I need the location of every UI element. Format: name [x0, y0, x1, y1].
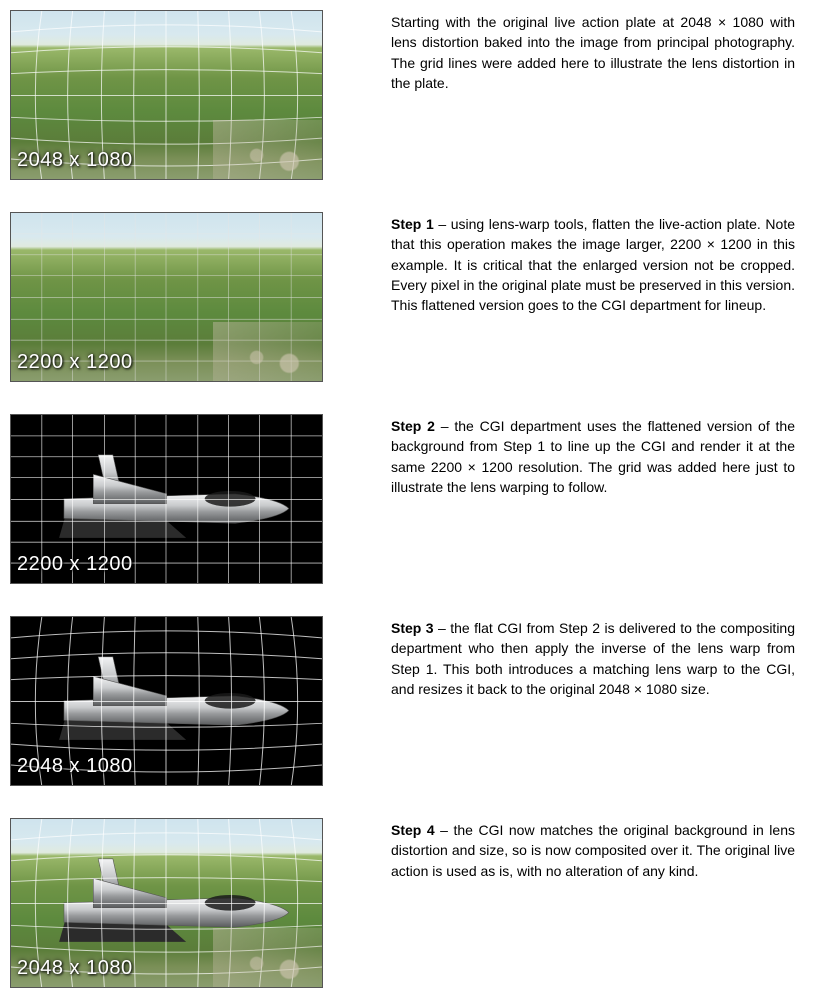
step-row: 2200 x 1200 Step 1 – using lens-warp too…	[10, 212, 795, 382]
jet-icon	[36, 445, 297, 553]
resolution-label: 2200 x 1200	[17, 550, 133, 579]
step-row: 2048 x 1080 Step 4 – the CGI now matches…	[10, 818, 795, 988]
step-row: 2200 x 1200 Step 2 – the CGI department …	[10, 414, 795, 584]
jet-icon	[36, 849, 297, 957]
step-label: Step 4	[391, 822, 435, 838]
resolution-label: 2048 x 1080	[17, 954, 133, 983]
step-text: – the flat CGI from Step 2 is delivered …	[391, 620, 795, 697]
step-label: Step 3	[391, 620, 434, 636]
step-row: 2048 x 1080 Starting with the original l…	[10, 10, 795, 180]
step-description: Step 4 – the CGI now matches the origina…	[391, 818, 795, 881]
step-text: Starting with the original live action p…	[391, 14, 795, 91]
step-description: Step 1 – using lens-warp tools, flatten …	[391, 212, 795, 315]
step-description: Starting with the original live action p…	[391, 10, 795, 93]
step-text: – the CGI now matches the original backg…	[391, 822, 795, 879]
resolution-label: 2200 x 1200	[17, 348, 133, 377]
step-row: 2048 x 1080 Step 3 – the flat CGI from S…	[10, 616, 795, 786]
step-image-flat: 2200 x 1200	[10, 212, 323, 382]
resolution-label: 2048 x 1080	[17, 752, 133, 781]
step-image-original: 2048 x 1080	[10, 10, 323, 180]
step-image-cgi-warped: 2048 x 1080	[10, 616, 323, 786]
step-description: Step 2 – the CGI department uses the fla…	[391, 414, 795, 497]
step-text: – the CGI department uses the flattened …	[391, 418, 795, 495]
resolution-label: 2048 x 1080	[17, 146, 133, 175]
step-label: Step 2	[391, 418, 435, 434]
step-text: – using lens-warp tools, flatten the liv…	[391, 216, 795, 313]
jet-icon	[36, 647, 297, 755]
step-label: Step 1	[391, 216, 434, 232]
step-image-composite: 2048 x 1080	[10, 818, 323, 988]
step-description: Step 3 – the flat CGI from Step 2 is del…	[391, 616, 795, 699]
step-image-cgi-flat: 2200 x 1200	[10, 414, 323, 584]
